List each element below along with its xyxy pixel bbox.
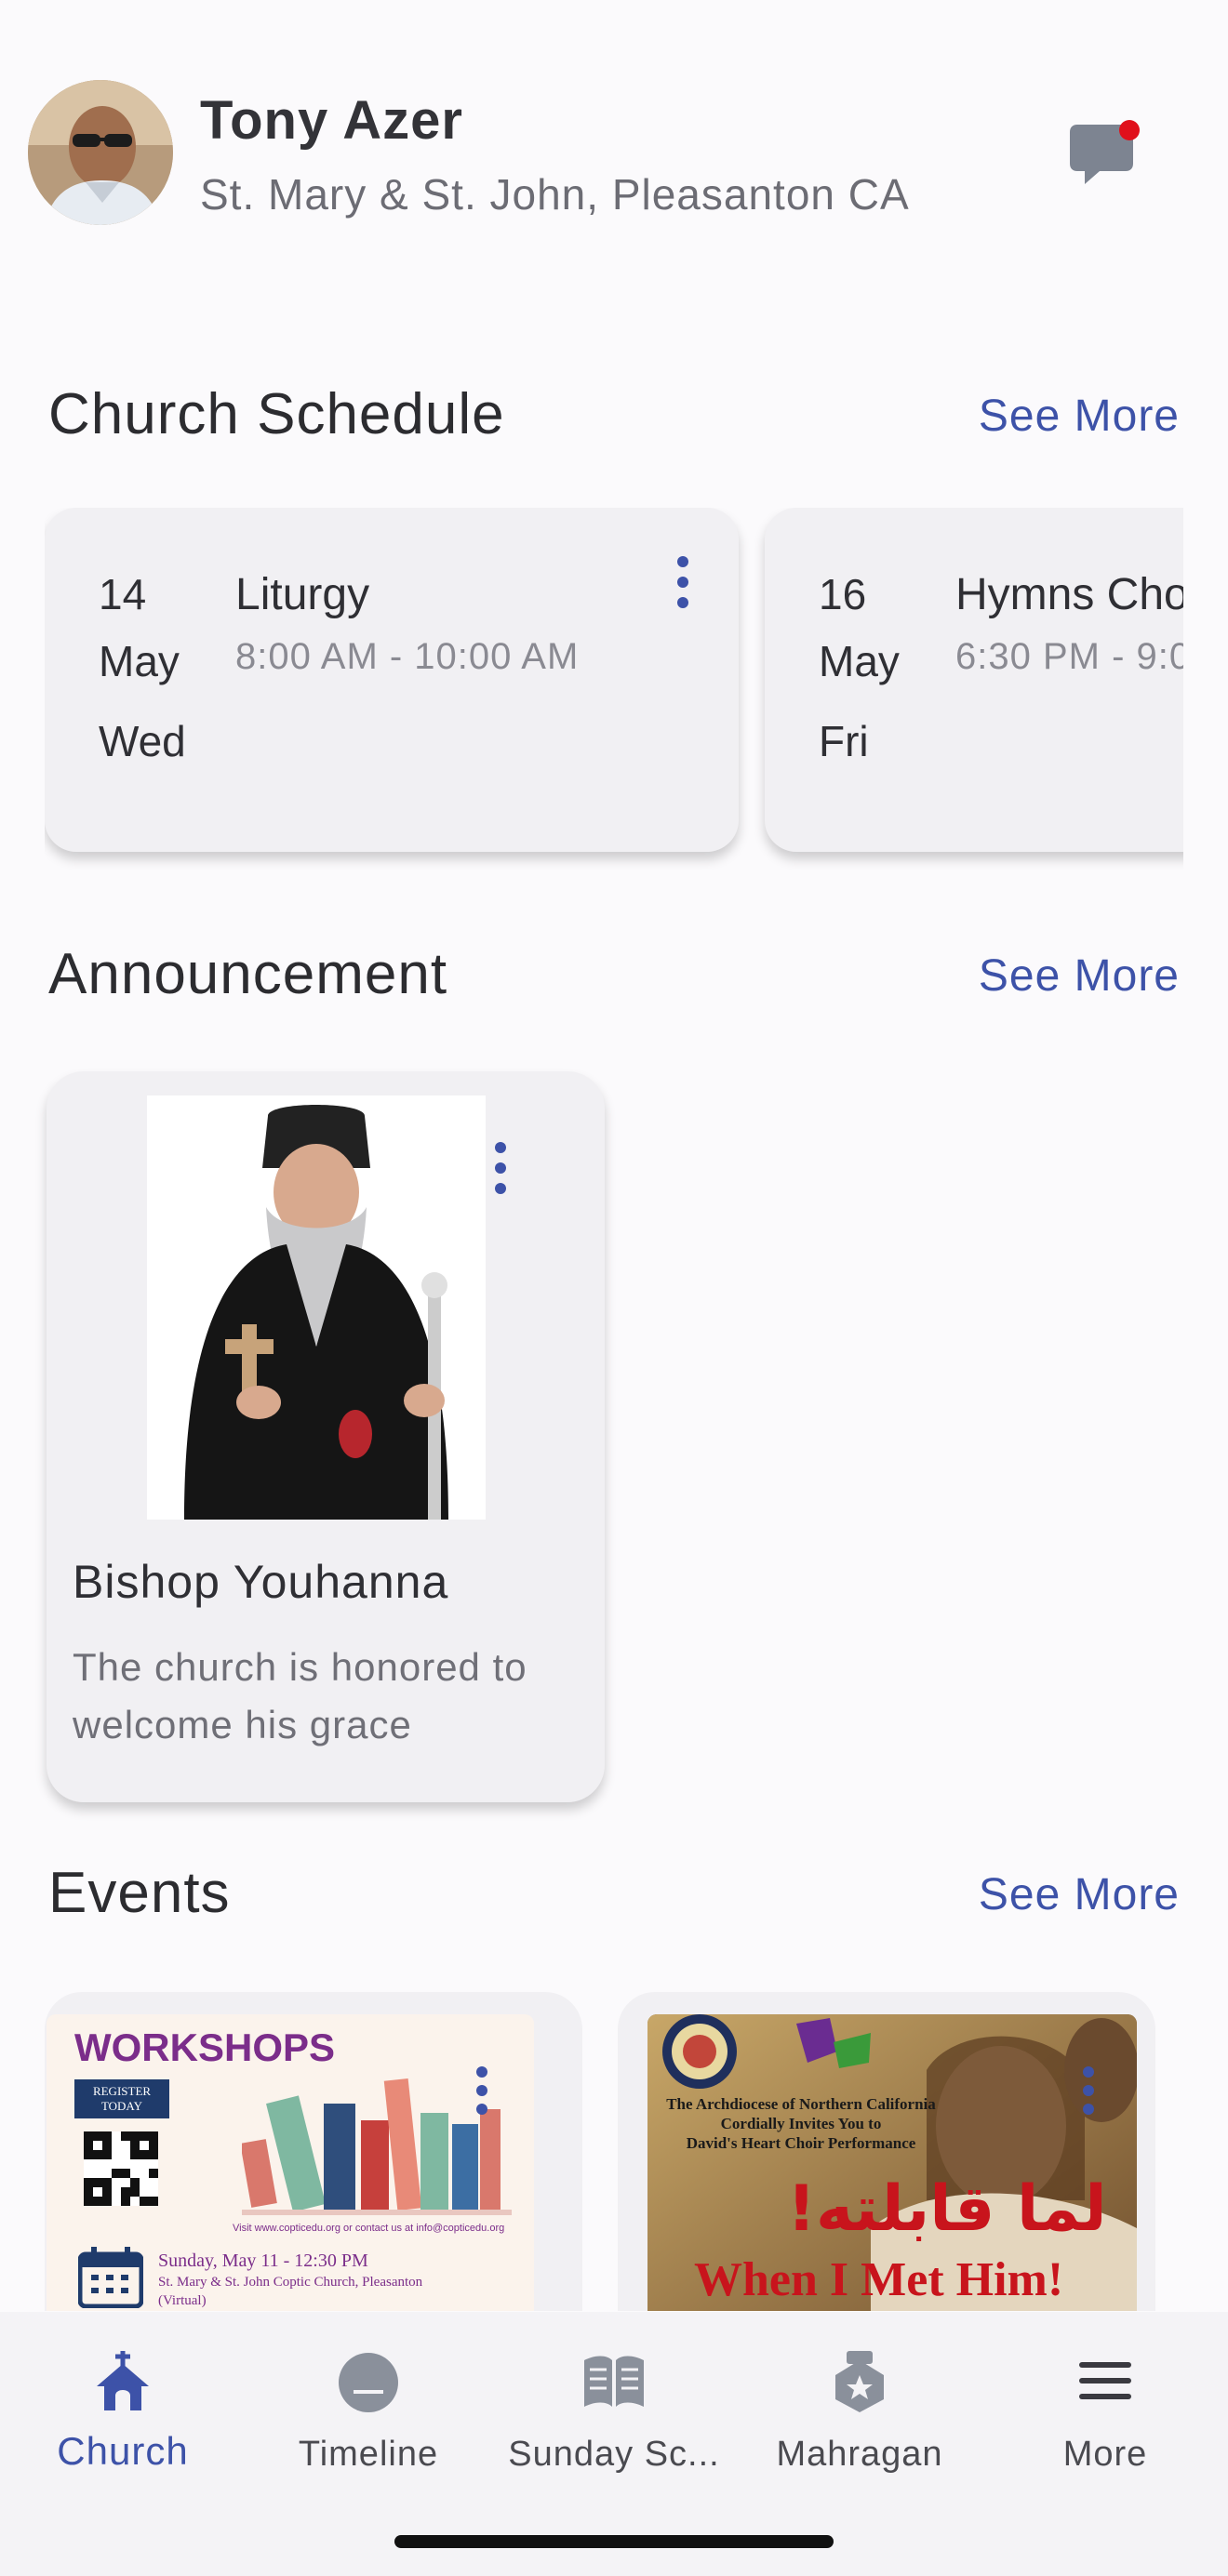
trophy-icon xyxy=(835,2351,884,2412)
nav-sunday-school[interactable]: Sunday Sc... xyxy=(491,2338,737,2505)
schedule-card[interactable]: 14 May Wed Liturgy 8:00 AM - 10:00 AM xyxy=(45,508,739,852)
announcement-title: Announcement xyxy=(48,942,448,1006)
announcement-item-title: Bishop Youhanna xyxy=(73,1556,449,1608)
user-name: Tony Azer xyxy=(200,90,463,151)
schedule-month: May xyxy=(99,637,180,685)
timeline-icon xyxy=(339,2353,398,2412)
event-card[interactable]: WORKSHOPS REGISTER TODAY Visit www.copti… xyxy=(45,1992,582,2311)
invite-text: The Archdiocese of Northern California C… xyxy=(657,2094,945,2153)
schedule-carousel[interactable]: 14 May Wed Liturgy 8:00 AM - 10:00 AM 16… xyxy=(45,508,1183,870)
bishop-photo xyxy=(147,1095,486,1520)
schedule-weekday: Wed xyxy=(99,717,186,765)
schedule-weekday: Fri xyxy=(819,717,869,765)
announcement-item-body: The church is honored to welcome his gra… xyxy=(73,1645,527,1746)
profile-header: Tony Azer St. Mary & St. John, Pleasanto… xyxy=(0,0,1228,260)
schedule-month: May xyxy=(819,637,900,685)
nav-label: Church xyxy=(57,2429,189,2473)
menu-icon xyxy=(1079,2362,1131,2399)
calendar-icon xyxy=(78,2247,143,2308)
nav-label: Timeline xyxy=(298,2435,439,2474)
schedule-card[interactable]: 16 May Fri Hymns Choir 6:30 PM - 9:00 PM xyxy=(765,508,1183,852)
nav-label: Mahragan xyxy=(776,2435,943,2474)
events-carousel[interactable]: WORKSHOPS REGISTER TODAY Visit www.copti… xyxy=(45,1981,1183,2311)
schedule-event-name: Liturgy xyxy=(235,570,370,619)
book-icon xyxy=(584,2356,644,2407)
schedule-day: 16 xyxy=(819,570,867,618)
schedule-event-name: Hymns Choir xyxy=(955,570,1183,619)
events-see-more-link[interactable]: See More xyxy=(979,1869,1180,1920)
church-icon xyxy=(97,2351,149,2410)
announcement-card[interactable]: Bishop Youhanna The church is honored to… xyxy=(47,1071,605,1802)
announcement-see-more-link[interactable]: See More xyxy=(979,950,1180,1002)
nav-label: More xyxy=(1062,2435,1148,2474)
user-avatar-icon xyxy=(28,80,173,225)
event-card[interactable]: The Archdiocese of Northern California C… xyxy=(618,1992,1155,2311)
schedule-title: Church Schedule xyxy=(48,382,505,446)
home-indicator[interactable] xyxy=(394,2535,834,2548)
flyer-headline: WORKSHOPS xyxy=(74,2025,336,2069)
flyer-website: Visit www.copticedu.org or contact us at… xyxy=(233,2223,505,2234)
concert-flyer: The Archdiocese of Northern California C… xyxy=(647,2014,1137,2311)
more-options-icon[interactable] xyxy=(1079,2066,1098,2122)
more-options-icon[interactable] xyxy=(674,556,692,612)
avatar[interactable] xyxy=(28,80,173,225)
flyer-date: Sunday, May 11 - 12:30 PM xyxy=(158,2251,368,2271)
schedule-event-time: 8:00 AM - 10:00 AM xyxy=(235,636,580,677)
qr-code-icon xyxy=(84,2131,158,2206)
schedule-event-time: 6:30 PM - 9:00 PM xyxy=(955,636,1183,677)
announcement-image xyxy=(147,1095,486,1520)
english-title: When I Met Him! xyxy=(694,2253,1064,2306)
nav-church[interactable]: Church xyxy=(0,2338,246,2505)
chat-bubble-icon xyxy=(1070,120,1140,184)
notification-dot xyxy=(1119,120,1140,140)
more-options-icon[interactable] xyxy=(491,1142,510,1198)
nav-label: Sunday Sc... xyxy=(508,2435,720,2474)
messages-button[interactable] xyxy=(1068,117,1142,192)
church-name: St. Mary & St. John, Pleasanton CA xyxy=(200,170,910,219)
invite-line: Cordially Invites You to xyxy=(720,2115,882,2132)
schedule-see-more-link[interactable]: See More xyxy=(979,391,1180,442)
workshops-flyer: WORKSHOPS REGISTER TODAY Visit www.copti… xyxy=(47,2014,534,2311)
schedule-day: 14 xyxy=(99,570,147,618)
invite-line: David's Heart Choir Performance xyxy=(686,2134,916,2152)
flyer-register-badge: REGISTER TODAY xyxy=(74,2079,169,2118)
nav-timeline[interactable]: Timeline xyxy=(246,2338,491,2505)
nav-more[interactable]: More xyxy=(982,2338,1228,2505)
events-title: Events xyxy=(48,1861,231,1925)
nav-mahragan[interactable]: Mahragan xyxy=(737,2338,982,2505)
flyer-virtual: (Virtual) xyxy=(158,2293,207,2308)
invite-line: The Archdiocese of Northern California xyxy=(666,2095,936,2113)
more-options-icon[interactable] xyxy=(473,2066,491,2122)
flyer-location: St. Mary & St. John Coptic Church, Pleas… xyxy=(158,2275,423,2290)
arabic-title: لما قابلته! xyxy=(787,2172,1107,2246)
books-illustration xyxy=(242,2078,512,2215)
